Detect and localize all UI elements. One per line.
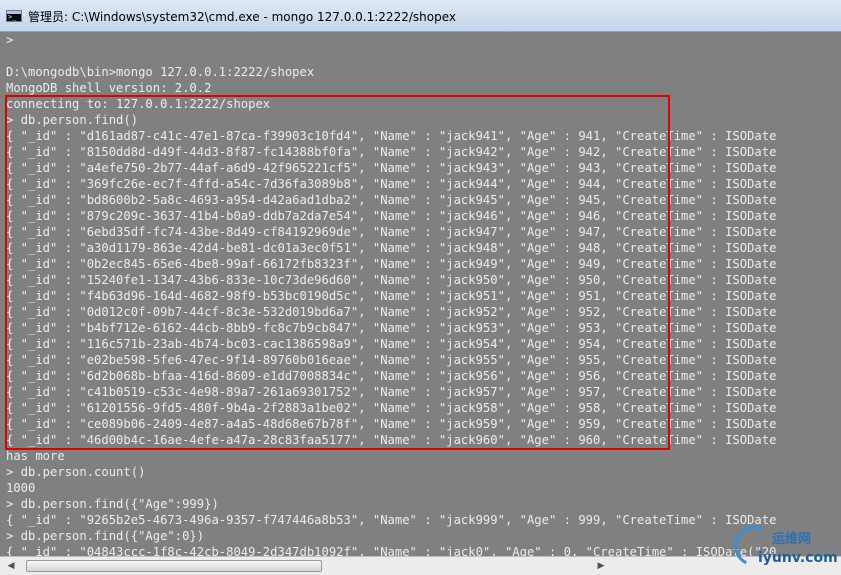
- scrollbar-thumb[interactable]: [26, 560, 322, 572]
- console-line: { "_id" : "879c209c-3637-41b4-b0a9-ddb7a…: [6, 209, 777, 223]
- console-line: { "_id" : "46d00b4c-16ae-4efe-a47a-28c83…: [6, 433, 777, 447]
- console-line: { "_id" : "9265b2e5-4673-496a-9357-f7474…: [6, 513, 777, 527]
- site-watermark-logo: 运维网 iyunv.com: [728, 520, 838, 572]
- console-line: 1000: [6, 481, 36, 495]
- watermark-bottom-text: iyunv.com: [758, 550, 838, 566]
- console-line: { "_id" : "c41b0519-c53c-4e98-89a7-261a6…: [6, 385, 777, 399]
- scroll-left-arrow-icon[interactable]: ◀: [4, 559, 18, 573]
- horizontal-scrollbar[interactable]: ◀ ▶: [0, 556, 841, 575]
- console-line: { "_id" : "e02be598-5fe6-47ec-9f14-89760…: [6, 353, 777, 367]
- console-line: { "_id" : "ce089b06-2409-4e87-a4a5-48d68…: [6, 417, 777, 431]
- console-line: { "_id" : "61201556-9fd5-480f-9b4a-2f288…: [6, 401, 777, 415]
- console-line: { "_id" : "116c571b-23ab-4b74-bc03-cac13…: [6, 337, 777, 351]
- console-line: MongoDB shell version: 2.0.2: [6, 81, 212, 95]
- console-line: { "_id" : "15240fe1-1347-43b6-833e-10c73…: [6, 273, 777, 287]
- console-line: >: [6, 33, 14, 47]
- console-line: { "_id" : "d161ad87-c41c-47e1-87ca-f3990…: [6, 129, 777, 143]
- cmd-console-icon: [6, 10, 22, 22]
- scroll-right-arrow-icon[interactable]: ▶: [594, 559, 608, 573]
- console-lines: > D:\mongodb\bin>mongo 127.0.0.1:2222/sho…: [6, 32, 776, 556]
- console-line: { "_id" : "0d012c0f-09b7-44cf-8c3e-532d0…: [6, 305, 777, 319]
- console-line: > db.person.find({"Age":0}): [6, 529, 205, 543]
- watermark-top-text: 运维网: [772, 532, 812, 547]
- console-line: { "_id" : "f4b63d96-164d-4682-98f9-b53bc…: [6, 289, 777, 303]
- console-output[interactable]: > D:\mongodb\bin>mongo 127.0.0.1:2222/sho…: [0, 32, 841, 556]
- console-line: has more: [6, 449, 65, 463]
- console-line: { "_id" : "8150dd8d-d49f-44d3-8f87-fc143…: [6, 145, 777, 159]
- console-line: { "_id" : "a4efe750-2b77-44af-a6d9-42f96…: [6, 161, 777, 175]
- console-line: > db.person.find(): [6, 113, 139, 127]
- console-line: D:\mongodb\bin>mongo 127.0.0.1:2222/shop…: [6, 65, 315, 79]
- console-line: connecting to: 127.0.0.1:2222/shopex: [6, 97, 271, 111]
- console-line: { "_id" : "6ebd35df-fc74-43be-8d49-cf841…: [6, 225, 777, 239]
- window-titlebar[interactable]: 管理员: C:\Windows\system32\cmd.exe - mongo…: [0, 0, 841, 32]
- window-title: 管理员: C:\Windows\system32\cmd.exe - mongo…: [28, 10, 456, 24]
- console-line: { "_id" : "bd8600b2-5a8c-4693-a954-d42a6…: [6, 193, 777, 207]
- console-line: { "_id" : "369fc26e-ec7f-4ffd-a54c-7d36f…: [6, 177, 777, 191]
- console-line: { "_id" : "04843ccc-1f8c-42cb-8049-2d347…: [6, 545, 777, 556]
- console-line: { "_id" : "6d2b068b-bfaa-416d-8609-e1dd7…: [6, 369, 777, 383]
- console-line: { "_id" : "0b2ec845-65e6-4be8-99af-66172…: [6, 257, 777, 271]
- console-line: { "_id" : "b4bf712e-6162-44cb-8bb9-fc8c7…: [6, 321, 777, 335]
- console-line: { "_id" : "a30d1179-863e-42d4-be81-dc01a…: [6, 241, 777, 255]
- console-line: > db.person.find({"Age":999}): [6, 497, 219, 511]
- console-line: > db.person.count(): [6, 465, 146, 479]
